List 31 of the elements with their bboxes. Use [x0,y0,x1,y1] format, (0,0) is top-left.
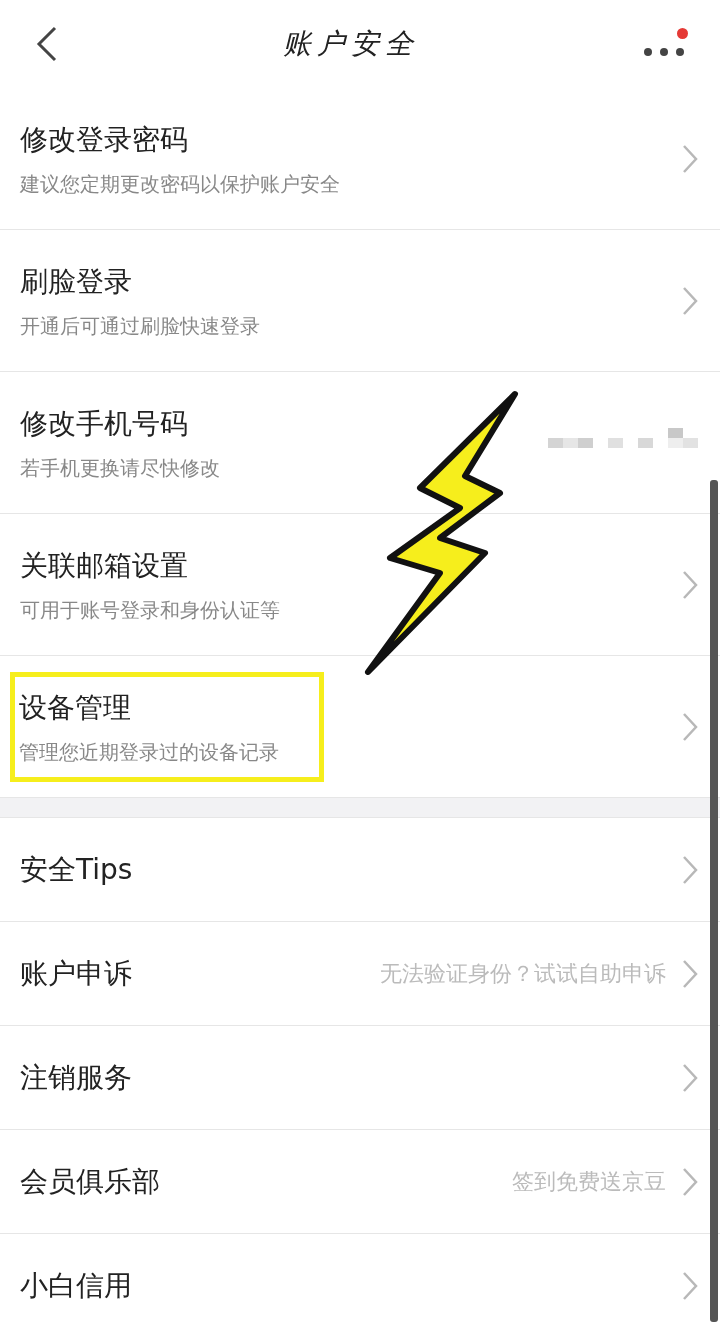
row-title: 账户申诉 [20,955,132,992]
row-subtitle: 若手机更换请尽快修改 [20,454,220,482]
row-title: 修改登录密码 [20,121,189,158]
row-subtitle: 可用于账号登录和身份认证等 [20,596,280,624]
chevron-right-icon [682,1166,698,1197]
chevron-right-icon [682,958,698,989]
chevron-right-icon [682,1062,698,1093]
row-hint: 签到免费送京豆 [512,1168,666,1196]
page-title: 账户安全 [283,26,419,62]
row-subtitle: 开通后可通过刷脸快速登录 [20,312,260,340]
chevron-right-icon [682,285,698,316]
row-title: 刷脸登录 [20,263,133,300]
settings-row[interactable]: 刷脸登录 开通后可通过刷脸快速登录 [0,230,720,372]
row-title: 修改手机号码 [20,405,189,442]
chevron-right-icon [682,569,698,600]
settings-row[interactable]: 修改登录密码 建议您定期更改密码以保护账户安全 [0,88,720,230]
row-title: 注销服务 [20,1059,132,1096]
chevron-right-icon [682,1270,698,1301]
row-title: 设备管理 [19,689,132,726]
row-title: 小白信用 [20,1267,132,1304]
back-icon[interactable] [36,26,58,62]
more-icon[interactable] [644,48,684,56]
row-hint: 无法验证身份？试试自助申诉 [380,960,666,988]
row-title: 安全Tips [20,851,133,888]
row-title: 会员俱乐部 [20,1163,160,1200]
row-subtitle: 管理您近期登录过的设备记录 [19,738,279,766]
chevron-right-icon [682,143,698,174]
row-title: 关联邮箱设置 [20,547,189,584]
chevron-right-icon [682,711,698,742]
row-subtitle: 建议您定期更改密码以保护账户安全 [20,170,340,198]
chevron-right-icon [682,854,698,885]
